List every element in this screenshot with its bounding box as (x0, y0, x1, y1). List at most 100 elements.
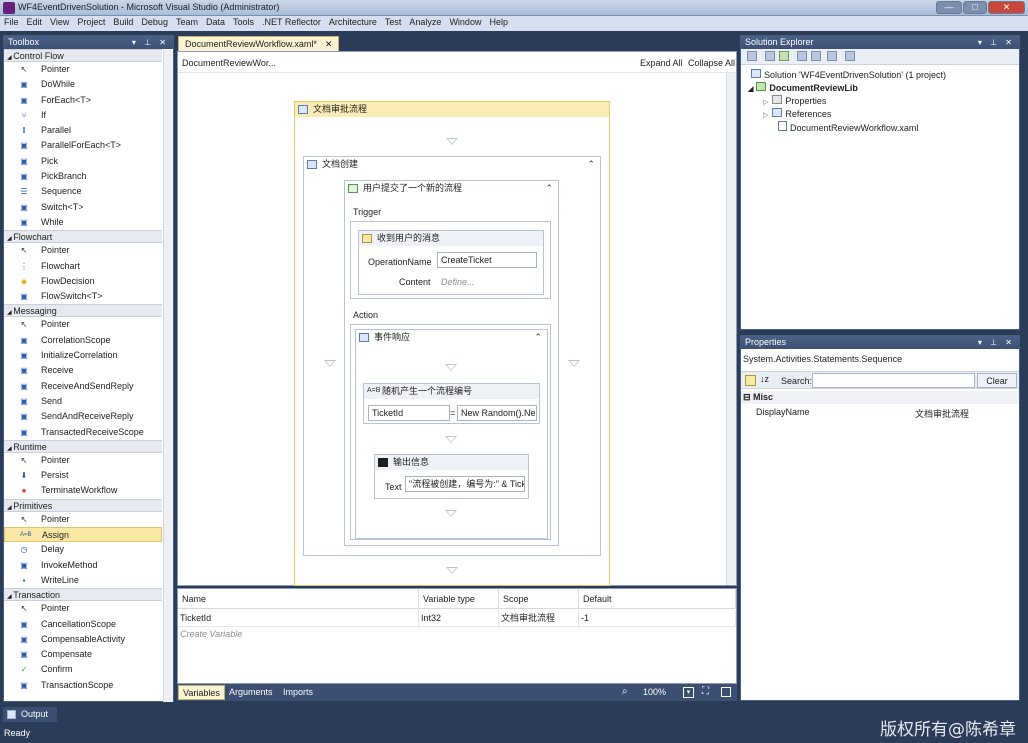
refresh-icon[interactable] (779, 51, 789, 61)
class-diagram-icon[interactable] (827, 51, 837, 61)
menu-item-analyze[interactable]: Analyze (405, 16, 445, 28)
menu-item-project[interactable]: Project (73, 16, 109, 28)
toolbox-section-runtime[interactable]: ◢ Runtime (4, 439, 162, 453)
collapse-all-link[interactable]: Collapse All (688, 58, 735, 68)
clear-button[interactable]: Clear (977, 373, 1017, 388)
collapsed-arrow-icon[interactable]: ▷ (763, 112, 768, 119)
toolbox-item-compensate[interactable]: ▣ Compensate (4, 647, 162, 662)
menu-item-build[interactable]: Build (109, 16, 137, 28)
menu-item-edit[interactable]: Edit (23, 16, 47, 28)
menu-item-test[interactable]: Test (381, 16, 406, 28)
toolbox-item-transactionscope[interactable]: ▣ TransactionScope (4, 678, 162, 693)
var-name-cell[interactable]: TicketId (178, 610, 419, 627)
toolbox-item-writeline[interactable]: ▪ WriteLine (4, 573, 162, 588)
var-col-type[interactable]: Variable type (419, 589, 499, 609)
collapse-icon[interactable]: ⌃ (545, 181, 553, 196)
toolbox-item-pointer[interactable]: ↖ Pointer (4, 62, 162, 77)
toolbox-item-flowswitch-t[interactable]: ▣ FlowSwitch<T> (4, 289, 162, 304)
toolbox-item-while[interactable]: ▣ While (4, 215, 162, 230)
assign-activity[interactable]: A=B 随机产生一个流程编号 TicketId = New Random().N… (363, 383, 540, 424)
collapse-icon[interactable]: ⌃ (587, 157, 595, 172)
menu-item-team[interactable]: Team (172, 16, 202, 28)
close-button[interactable]: ✕ (988, 1, 1025, 14)
menu-item-architecture[interactable]: Architecture (325, 16, 381, 28)
project-node[interactable]: ◢ DocumentReviewLib (748, 82, 858, 96)
receive-activity[interactable]: 收到用户的消息 OperationName CreateTicket Conte… (358, 230, 544, 295)
tab-close-icon[interactable]: ✕ (325, 39, 333, 49)
toolbox-section-flowchart[interactable]: ◢ Flowchart (4, 230, 162, 244)
toolbox-item-flowchart[interactable]: ⋮ Flowchart (4, 259, 162, 274)
toolbox-item-compensableactivity[interactable]: ▣ CompensableActivity (4, 632, 162, 647)
toolbox-item-flowdecision[interactable]: ◆ FlowDecision (4, 274, 162, 289)
toolbox-item-pointer[interactable]: ↖ Pointer (4, 512, 162, 527)
toolbox-item-receiveandsendreply[interactable]: ▣ ReceiveAndSendReply (4, 379, 162, 394)
minimize-button[interactable]: — (936, 1, 962, 14)
toolbox-item-send[interactable]: ▣ Send (4, 394, 162, 409)
collapse-category-icon[interactable]: ⊟ (743, 392, 753, 402)
toolbox-item-dowhile[interactable]: ▣ DoWhile (4, 77, 162, 92)
menu-item-netreflector[interactable]: .NET Reflector (258, 16, 325, 28)
toolbox-item-receive[interactable]: ▣ Receive (4, 363, 162, 378)
overview-icon[interactable] (721, 687, 731, 697)
alphabetical-icon[interactable]: ↓z (760, 374, 769, 384)
zoom-level[interactable]: 100% (643, 687, 666, 697)
toolbox-item-pointer[interactable]: ↖ Pointer (4, 453, 162, 468)
toolbox-item-terminateworkflow[interactable]: ● TerminateWorkflow (4, 483, 162, 498)
tab-variables[interactable]: Variables (178, 685, 225, 700)
categorized-icon[interactable] (745, 375, 756, 386)
menu-item-window[interactable]: Window (445, 16, 485, 28)
expand-all-link[interactable]: Expand All (640, 58, 683, 68)
toolbox-item-delay[interactable]: ◷ Delay (4, 542, 162, 557)
menu-item-help[interactable]: Help (485, 16, 512, 28)
collapsed-arrow-icon[interactable]: ▷ (763, 99, 768, 106)
var-type-cell[interactable]: Int32 (419, 610, 499, 627)
toolbox-item-foreach-t[interactable]: ▣ ForEach<T> (4, 93, 162, 108)
assign-to-field[interactable]: TicketId (368, 405, 450, 421)
toolbox-item-parallelforeach-t[interactable]: ▣ ParallelForEach<T> (4, 138, 162, 153)
create-variable-link[interactable]: Create Variable (180, 629, 242, 639)
property-search-input[interactable] (812, 373, 975, 388)
references-node[interactable]: ▷ References (763, 108, 831, 122)
toolbox-item-sequence[interactable]: ☰ Sequence (4, 184, 162, 199)
toolbox-item-pointer[interactable]: ↖ Pointer (4, 601, 162, 616)
menu-item-tools[interactable]: Tools (229, 16, 258, 28)
toolbox-item-cancellationscope[interactable]: ▣ CancellationScope (4, 617, 162, 632)
toolbox-item-pointer[interactable]: ↖ Pointer (4, 243, 162, 258)
sequence-activity[interactable]: 事件响应 ⌃ (355, 329, 548, 539)
collapse-icon[interactable]: ⌃ (534, 330, 542, 345)
panel-pin-close-icons[interactable]: ▾ ⊥ ✕ (132, 36, 169, 49)
view-designer-icon[interactable] (811, 51, 821, 61)
toolbox-section-messaging[interactable]: ◢ Messaging (4, 304, 162, 318)
designer-scrollbar[interactable] (726, 73, 736, 585)
content-define-link[interactable]: Define... (441, 277, 475, 287)
menu-item-view[interactable]: View (46, 16, 73, 28)
writeline-activity[interactable]: 输出信息 Text "流程被创建，编号为:" & Tick (374, 454, 529, 499)
toolbox-section-control-flow[interactable]: ◢ Control Flow (4, 49, 162, 62)
panel-pin-close-icons[interactable]: ▾ ⊥ ✕ (978, 36, 1015, 49)
var-col-name[interactable]: Name (178, 589, 419, 609)
toolbox-item-invokemethod[interactable]: ▣ InvokeMethod (4, 558, 162, 573)
properties-toolbar-icon[interactable] (747, 51, 757, 61)
menu-item-data[interactable]: Data (202, 16, 229, 28)
misc-category[interactable]: ⊟ Misc (741, 391, 1019, 404)
output-tab[interactable]: Output (3, 707, 57, 722)
toolbox-item-transactedreceivescope[interactable]: ▣ TransactedReceiveScope (4, 425, 162, 440)
toolbox-item-confirm[interactable]: ✓ Confirm (4, 662, 162, 677)
toolbox-scrollbar[interactable] (163, 50, 173, 702)
view-code-icon[interactable] (797, 51, 807, 61)
operation-name-field[interactable]: CreateTicket (437, 252, 537, 268)
toolbox-section-transaction[interactable]: ◢ Transaction (4, 588, 162, 602)
toolbox-item-pickbranch[interactable]: ▣ PickBranch (4, 169, 162, 184)
toolbox-item-correlationscope[interactable]: ▣ CorrelationScope (4, 333, 162, 348)
toolbox-item-initializecorrelation[interactable]: ▣ InitializeCorrelation (4, 348, 162, 363)
var-col-scope[interactable]: Scope (499, 589, 579, 609)
var-col-default[interactable]: Default (579, 589, 736, 609)
assign-value-field[interactable]: New Random().Ne (457, 405, 537, 421)
menu-item-debug[interactable]: Debug (137, 16, 172, 28)
maximize-button[interactable]: □ (963, 1, 987, 14)
zoom-dropdown-icon[interactable]: ▾ (683, 687, 694, 698)
displayname-property-value[interactable]: 文档审批流程 (915, 407, 969, 420)
var-scope-cell[interactable]: 文档审批流程 (499, 610, 579, 627)
tab-documentreviewworkflow[interactable]: DocumentReviewWorkflow.xaml* ✕ (178, 36, 340, 51)
solution-node[interactable]: Solution 'WF4EventDrivenSolution' (1 pro… (751, 69, 946, 82)
